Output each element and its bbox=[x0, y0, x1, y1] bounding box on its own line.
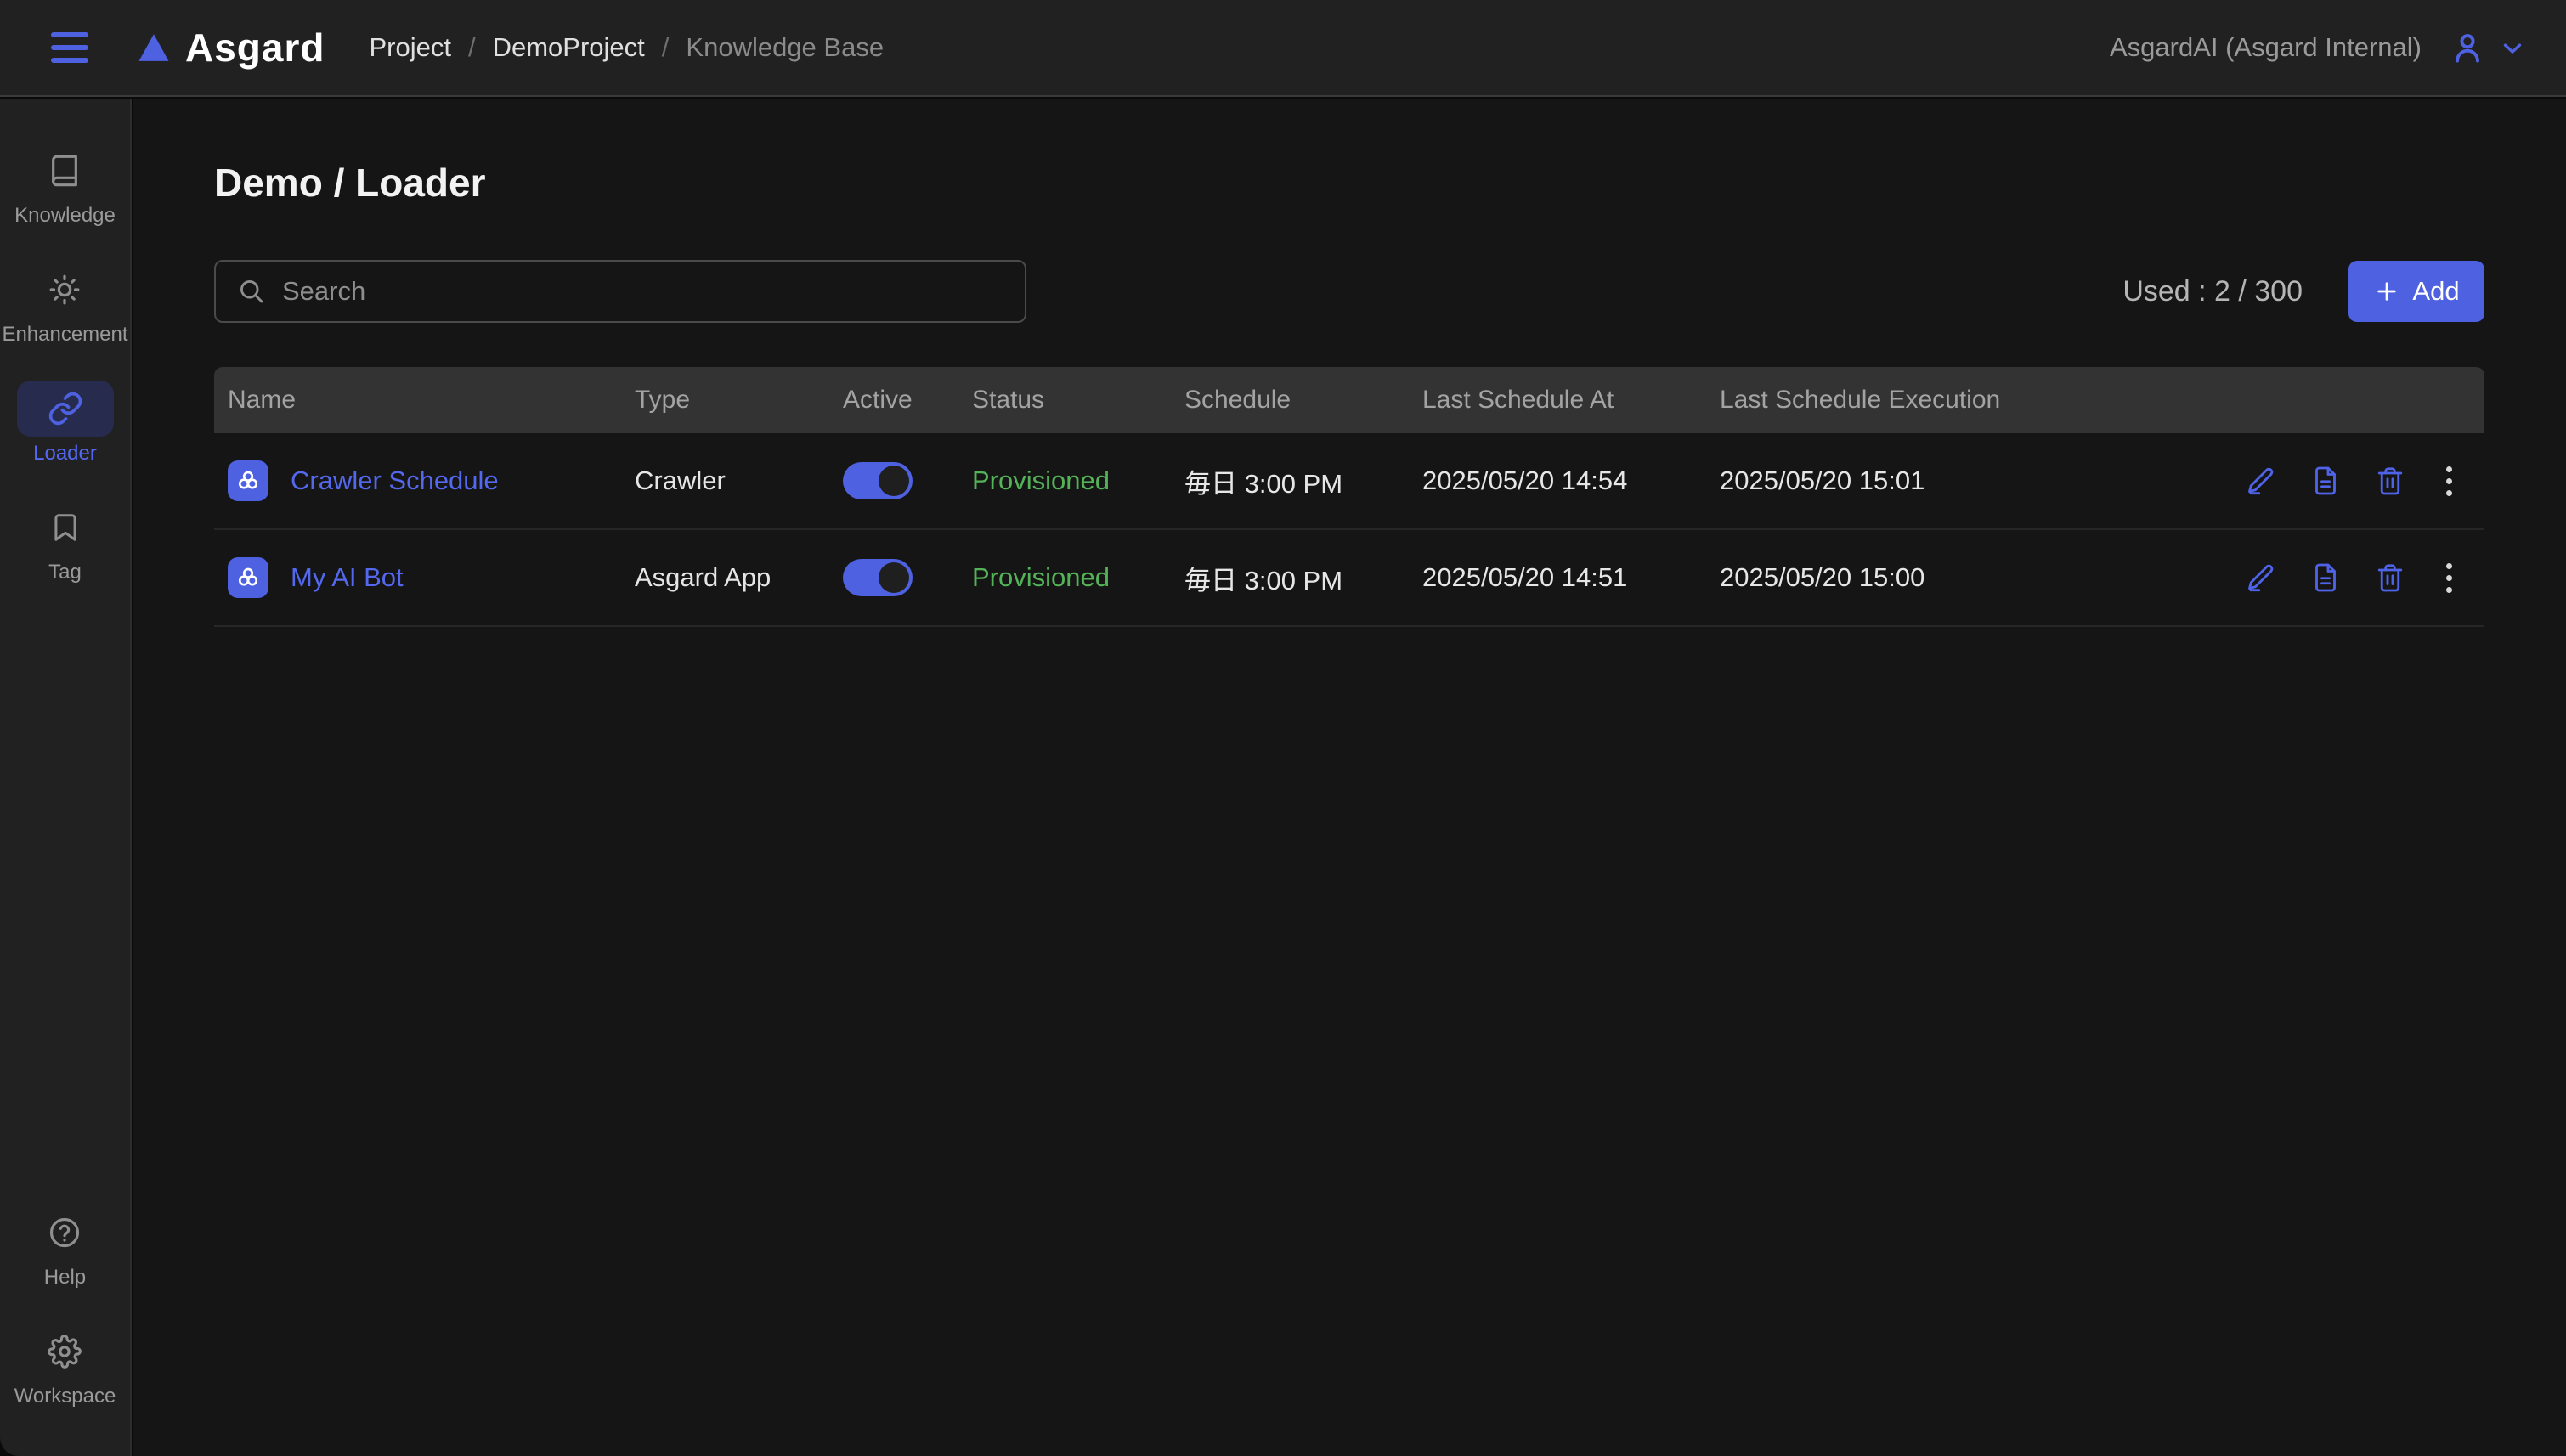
column-header-last-schedule-execution: Last Schedule Execution bbox=[1720, 386, 2001, 414]
active-toggle[interactable] bbox=[843, 559, 913, 596]
main-content: Demo / Loader Used : 2 / 300 Add Name Ty… bbox=[133, 99, 2566, 1456]
last-schedule-execution-value: 2025/05/20 15:01 bbox=[1720, 466, 1925, 495]
edit-icon[interactable] bbox=[2246, 562, 2276, 593]
table-header-row: Name Type Active Status Schedule Last Sc… bbox=[214, 367, 2484, 433]
loader-name-link[interactable]: Crawler Schedule bbox=[291, 466, 499, 496]
column-header-status: Status bbox=[972, 386, 1045, 414]
usage-counter: Used : 2 / 300 bbox=[2122, 274, 2303, 308]
account-name: AsgardAI (Asgard Internal) bbox=[2109, 32, 2422, 62]
column-header-last-schedule-at: Last Schedule At bbox=[1422, 386, 1614, 414]
sidebar-item-tag[interactable]: Tag bbox=[17, 499, 114, 584]
brand-title: Asgard bbox=[185, 25, 325, 70]
column-header-type: Type bbox=[635, 386, 691, 414]
topbar: Asgard Project / DemoProject / Knowledge… bbox=[0, 0, 2566, 97]
status-badge: Provisioned bbox=[972, 562, 1110, 592]
sidebar-item-label: Workspace bbox=[14, 1385, 116, 1408]
asgard-logo-triangle-icon bbox=[138, 34, 169, 61]
hamburger-menu-icon[interactable] bbox=[51, 32, 88, 63]
sidebar-item-label: Tag bbox=[48, 561, 82, 584]
page-title: Demo / Loader bbox=[214, 161, 486, 205]
breadcrumb-demoproject[interactable]: DemoProject bbox=[493, 32, 645, 63]
table-row: Crawler Schedule Crawler Provisioned 毎日 … bbox=[214, 433, 2484, 530]
chevron-down-icon[interactable] bbox=[2498, 33, 2527, 62]
breadcrumb-separator: / bbox=[467, 32, 476, 62]
sidebar-item-label: Help bbox=[43, 1266, 87, 1289]
user-avatar-icon[interactable] bbox=[2449, 29, 2486, 66]
trash-icon[interactable] bbox=[2375, 562, 2405, 593]
topbar-account-area: AsgardAI (Asgard Internal) bbox=[2110, 29, 2527, 66]
breadcrumb: Project / DemoProject / Knowledge Base bbox=[369, 32, 884, 63]
more-actions-icon[interactable] bbox=[2439, 463, 2459, 499]
sidebar-item-loader[interactable]: Loader bbox=[16, 381, 114, 466]
sidebar-item-label: Knowledge bbox=[14, 204, 116, 227]
sidebar-item-enhancement[interactable]: Enhancement bbox=[2, 262, 128, 347]
last-schedule-execution-value: 2025/05/20 15:00 bbox=[1720, 562, 1925, 592]
add-button[interactable]: Add bbox=[2348, 261, 2484, 322]
document-icon[interactable] bbox=[2310, 466, 2341, 496]
schedule-value: 毎日 3:00 PM bbox=[1184, 565, 1343, 595]
loader-name-link[interactable]: My AI Bot bbox=[291, 562, 404, 593]
sidebar-item-help[interactable]: Help bbox=[16, 1205, 113, 1290]
loader-type-icon bbox=[228, 557, 268, 598]
book-icon bbox=[16, 143, 113, 199]
sidebar-item-label: Enhancement bbox=[2, 323, 128, 346]
sun-icon bbox=[16, 262, 113, 318]
sidebar: Knowledge Enhancement Loader Tag Help Wo… bbox=[0, 99, 132, 1456]
more-actions-icon[interactable] bbox=[2439, 560, 2459, 596]
column-header-schedule: Schedule bbox=[1184, 386, 1291, 414]
sidebar-item-knowledge[interactable]: Knowledge bbox=[14, 143, 116, 228]
controls-row: Used : 2 / 300 Add bbox=[214, 260, 2484, 323]
sidebar-item-workspace[interactable]: Workspace bbox=[14, 1323, 116, 1408]
table-row: My AI Bot Asgard App Provisioned 毎日 3:00… bbox=[214, 530, 2484, 627]
add-button-label: Add bbox=[2412, 276, 2460, 306]
plus-icon bbox=[2377, 282, 2397, 301]
gear-icon bbox=[16, 1323, 113, 1380]
breadcrumb-knowledge-base: Knowledge Base bbox=[686, 32, 885, 62]
link-icon bbox=[16, 381, 114, 437]
loader-table: Name Type Active Status Schedule Last Sc… bbox=[214, 367, 2484, 627]
schedule-value: 毎日 3:00 PM bbox=[1184, 468, 1343, 499]
help-circle-icon bbox=[16, 1205, 113, 1261]
last-schedule-at-value: 2025/05/20 14:54 bbox=[1422, 466, 1628, 495]
column-header-active: Active bbox=[843, 386, 913, 414]
loader-type-icon bbox=[228, 460, 268, 501]
breadcrumb-separator: / bbox=[661, 32, 670, 62]
last-schedule-at-value: 2025/05/20 14:51 bbox=[1422, 562, 1628, 592]
document-icon[interactable] bbox=[2310, 562, 2341, 593]
search-box bbox=[214, 260, 1026, 323]
loader-type: Crawler bbox=[635, 466, 726, 495]
sidebar-item-label: Loader bbox=[33, 442, 97, 465]
bookmark-icon bbox=[17, 499, 114, 556]
trash-icon[interactable] bbox=[2375, 466, 2405, 496]
sidebar-footer: Help Workspace bbox=[14, 1205, 116, 1408]
breadcrumb-project[interactable]: Project bbox=[369, 32, 450, 63]
active-toggle[interactable] bbox=[843, 462, 913, 499]
search-input[interactable] bbox=[282, 276, 1004, 307]
search-icon bbox=[240, 280, 263, 303]
status-badge: Provisioned bbox=[972, 466, 1110, 495]
edit-icon[interactable] bbox=[2246, 466, 2276, 496]
loader-type: Asgard App bbox=[635, 562, 771, 592]
column-header-name: Name bbox=[228, 386, 297, 414]
